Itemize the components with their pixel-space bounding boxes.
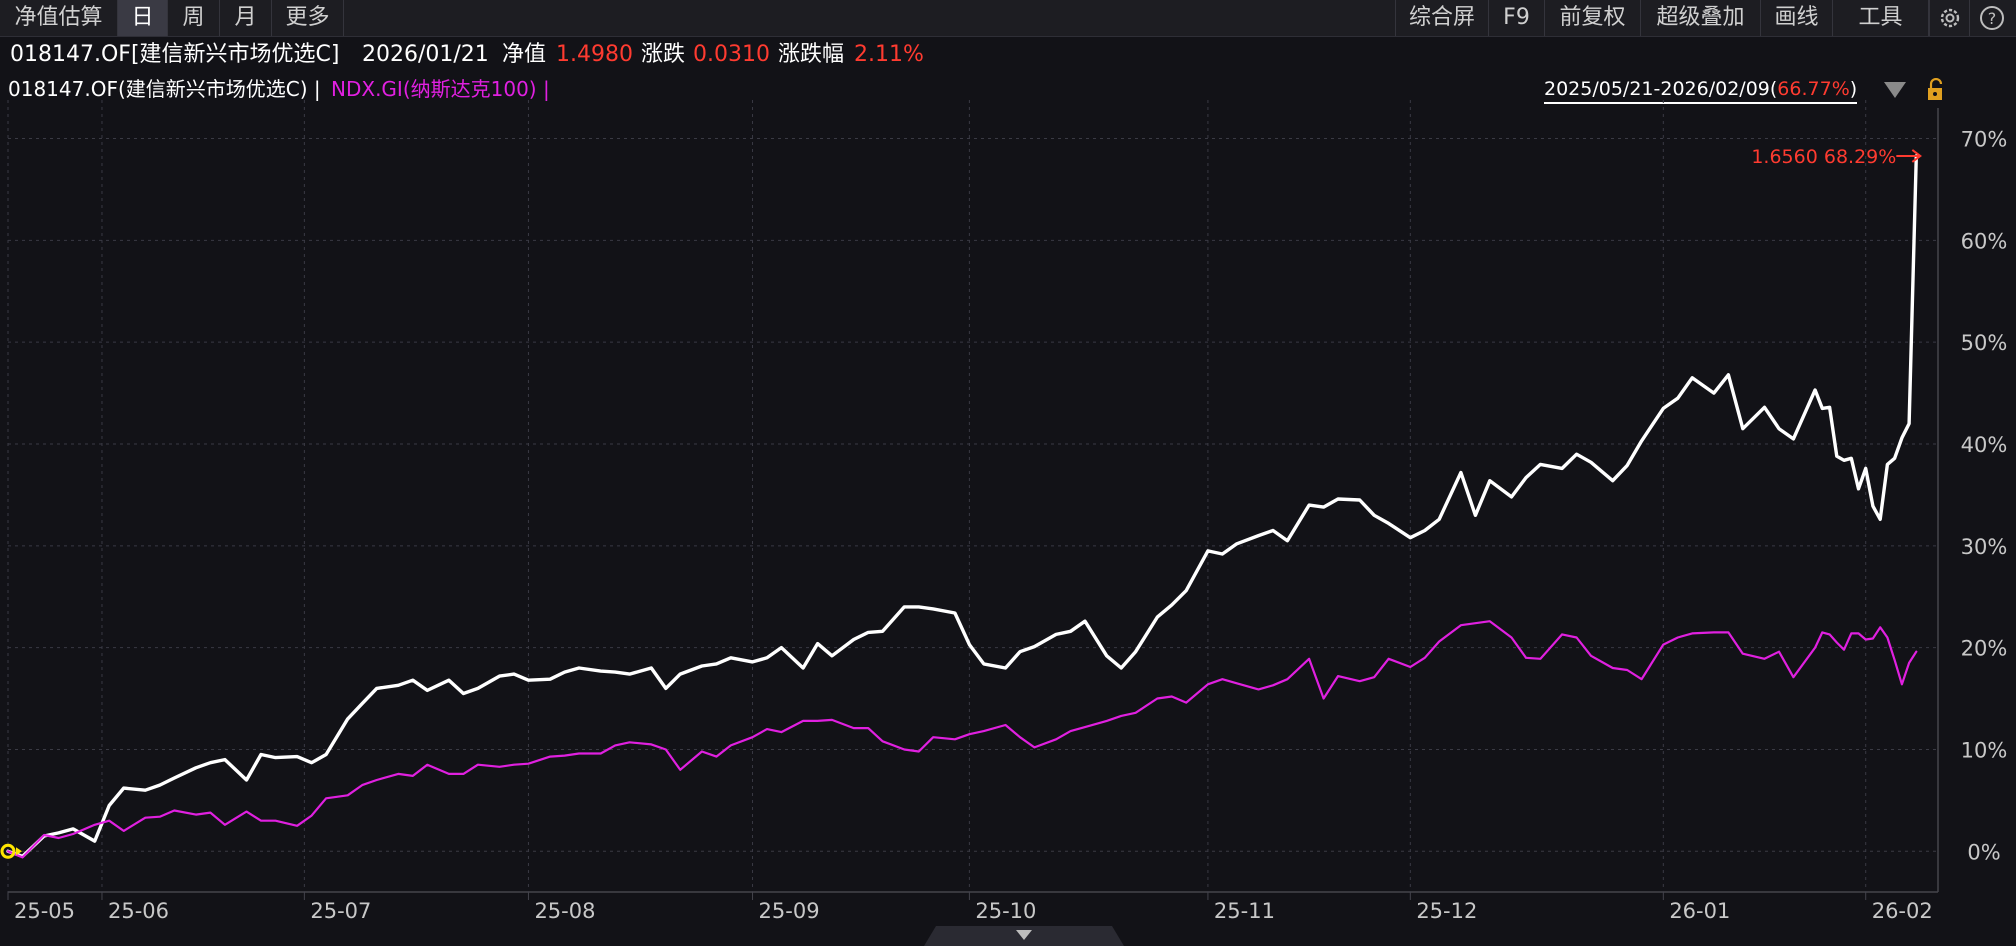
x-tick-label: 25-07 <box>310 899 371 923</box>
series-lines <box>6 154 1919 859</box>
x-tick-label: 25-05 <box>14 899 75 923</box>
chart-markers: 1.6560 68.29% <box>0 146 1922 859</box>
y-tick-label: 30% <box>1961 535 2008 559</box>
y-axis-ticks: 70% 60% 50% 40% 30% 20% 10% 0% <box>1961 128 2008 865</box>
x-tick-label: 25-09 <box>759 899 820 923</box>
y-tick-label: 40% <box>1961 433 2008 457</box>
y-tick-label: 10% <box>1961 738 2008 762</box>
chart-area: 70%60%50%40%30%20%10%0% 25-05 25-06 25-07 2… <box>0 100 2008 923</box>
x-tick-label: 26-02 <box>1872 899 1933 923</box>
y-tick-label: 60% <box>1961 229 2008 253</box>
ndx-series-line <box>6 620 1918 859</box>
x-axis-ticks: 25-05 25-06 25-07 25-08 25-09 25-10 25-11 25-12… <box>14 899 1933 923</box>
x-tick-label: 25-11 <box>1214 899 1275 923</box>
y-tick-label: 70% <box>1961 128 2008 152</box>
x-tick-label: 25-06 <box>108 899 169 923</box>
y-tick-label: 20% <box>1961 637 2008 661</box>
x-tick-label: 25-10 <box>975 899 1036 923</box>
x-tick-label: 25-12 <box>1416 899 1477 923</box>
fund-series-line <box>6 154 1919 859</box>
grid <box>7 100 1939 900</box>
x-tick-label: 26-01 <box>1669 899 1730 923</box>
y-tick-label: 50% <box>1961 331 2008 355</box>
bottom-scroll-handle[interactable] <box>924 926 1124 946</box>
x-tick-label: 25-08 <box>534 899 595 923</box>
y-tick-label: 0% <box>1967 840 2000 864</box>
last-value-label: 1.6560 68.29% <box>1751 146 1896 168</box>
